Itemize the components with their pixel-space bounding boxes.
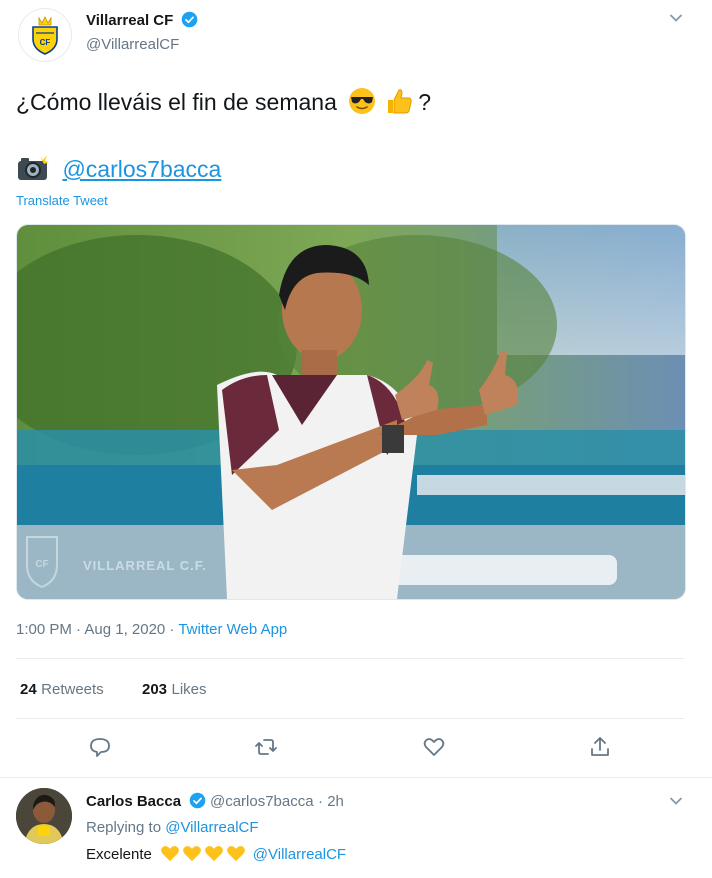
tweet-text-suffix: ?: [418, 89, 432, 115]
yellow-heart-emoji-icon: [183, 846, 202, 862]
reply-text-row: Excelente @VillarrealCF: [86, 844, 346, 864]
photo-credit-row: @carlos7bacca: [16, 154, 221, 183]
retweet-icon: [255, 739, 277, 755]
like-button[interactable]: [414, 727, 454, 767]
reply-time[interactable]: · 2h: [318, 793, 344, 810]
author-name[interactable]: Villarreal CF: [86, 12, 173, 29]
camera-flash-emoji-icon: [18, 155, 49, 180]
retweets-label: Retweets: [41, 681, 104, 698]
svg-text:CF: CF: [40, 38, 51, 47]
reply-author-handle[interactable]: @carlos7bacca: [210, 793, 314, 810]
share-icon: [591, 737, 609, 756]
reply-icon: [90, 738, 110, 757]
tweet-page: CF Villarreal CF @VillarrealCF ¿Cómo lle…: [0, 0, 712, 878]
divider: [0, 777, 712, 778]
svg-text:CF: CF: [35, 559, 48, 570]
verified-badge-icon: [189, 792, 205, 809]
tweet-options-chevron-icon[interactable]: [666, 8, 686, 33]
tweet-media-photo[interactable]: CF VILLARREAL C.F.: [16, 224, 686, 600]
author-handle[interactable]: @VillarrealCF: [86, 36, 179, 53]
retweets-stat[interactable]: 24 Retweets: [20, 681, 104, 699]
author-avatar[interactable]: CF: [18, 8, 72, 62]
divider: [16, 718, 684, 719]
verified-badge-icon: [181, 11, 198, 28]
yellow-heart-emoji-icon: [205, 846, 224, 862]
replying-to-label: Replying to: [86, 819, 162, 836]
replying-to-handle-link[interactable]: @VillarrealCF: [165, 819, 258, 836]
translate-tweet-link[interactable]: Translate Tweet: [16, 193, 108, 208]
media-watermark-text: VILLARREAL C.F.: [83, 558, 207, 573]
replying-to-row: Replying to @VillarrealCF: [86, 819, 259, 836]
retweets-count: 24: [20, 681, 37, 698]
likes-label: Likes: [171, 681, 207, 698]
yellow-heart-emoji-icon: [227, 846, 246, 862]
share-button[interactable]: [580, 727, 620, 767]
author-name-row[interactable]: Villarreal CF: [86, 11, 198, 30]
tweet-timestamp[interactable]: 1:00 PM · Aug 1, 2020 ·: [16, 621, 178, 638]
divider: [16, 658, 684, 659]
villarreal-crest-logo: CF: [20, 10, 70, 60]
reply-options-chevron-icon[interactable]: [666, 791, 686, 816]
sunglasses-emoji-icon: [349, 88, 376, 114]
heart-icon: [423, 738, 445, 756]
yellow-heart-emoji-icon: [161, 846, 180, 862]
tweet-source-link[interactable]: Twitter Web App: [178, 621, 287, 638]
reply-text: Excelente: [86, 846, 152, 863]
reply-button[interactable]: [80, 727, 120, 767]
reply-mention-link[interactable]: @VillarrealCF: [253, 846, 346, 863]
tweet-text-row: ¿Cómo lleváis el fin de semana ?: [16, 86, 431, 116]
yellow-hearts-emoji-group: [160, 846, 252, 863]
player-photo-image: CF: [17, 225, 685, 599]
reply-header-row: Carlos Bacca @carlos7bacca · 2h: [86, 792, 344, 811]
reply-author-avatar[interactable]: [16, 788, 72, 844]
reply-avatar-image: [16, 788, 72, 844]
tweet-text: ¿Cómo lleváis el fin de semana: [16, 89, 337, 115]
thumbs-up-emoji-icon: [387, 89, 412, 114]
retweet-button[interactable]: [246, 727, 286, 767]
reply-author-name[interactable]: Carlos Bacca: [86, 793, 181, 810]
tweet-timestamp-row: 1:00 PM · Aug 1, 2020 · Twitter Web App: [16, 621, 287, 638]
photo-credit-mention-link[interactable]: @carlos7bacca: [62, 156, 221, 182]
likes-count: 203: [142, 681, 168, 698]
likes-stat[interactable]: 203 Likes: [142, 681, 207, 699]
